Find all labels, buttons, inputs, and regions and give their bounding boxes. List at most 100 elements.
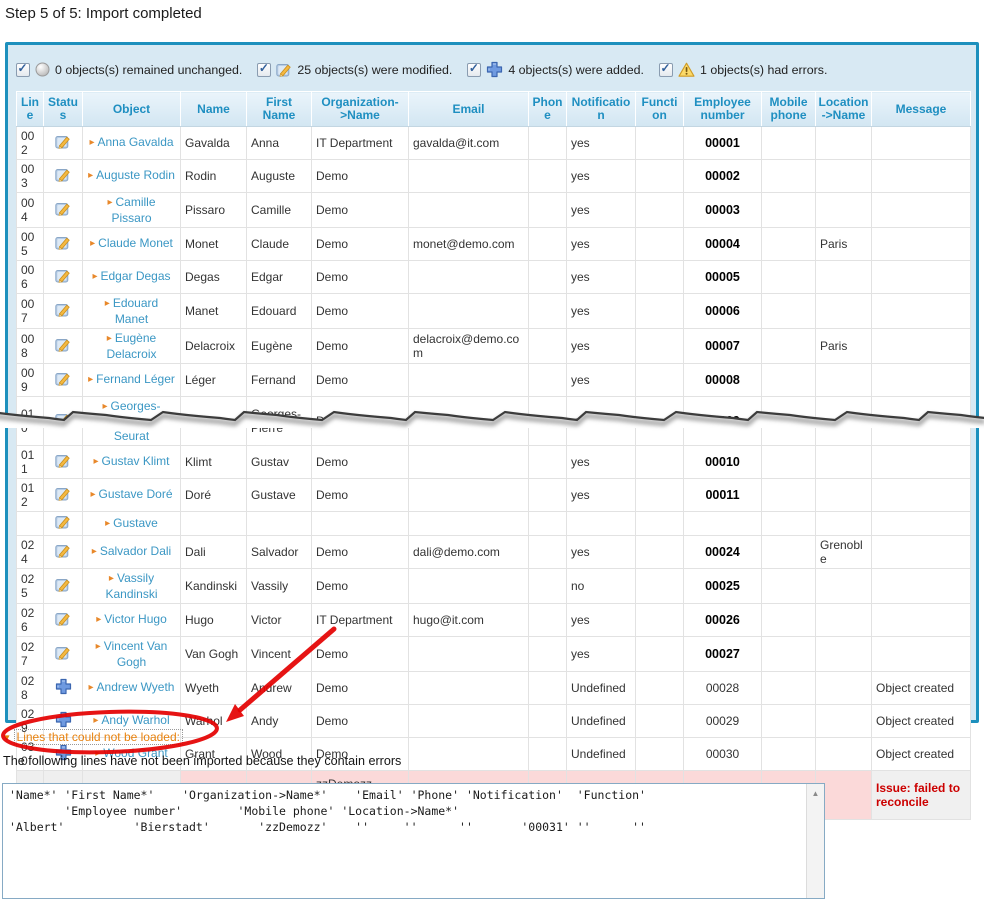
object-link[interactable]: Salvador Dali xyxy=(100,544,171,558)
cell-phone xyxy=(529,364,567,397)
cell-line: 006 xyxy=(17,261,44,294)
cell-name: Seurat xyxy=(181,397,247,446)
cell-first-name: Salvador xyxy=(247,536,312,569)
org-name: Demo xyxy=(316,579,404,593)
raw-lines-scrollbar[interactable] xyxy=(806,784,824,898)
employee-number: 00001 xyxy=(705,136,740,150)
object-link[interactable]: Camille Pissaro xyxy=(111,195,155,225)
org-name: Demo xyxy=(316,169,404,183)
table-row: 008Eugène DelacroixDelacroixEugèneDemode… xyxy=(17,329,971,364)
object-bullet-icon xyxy=(107,331,115,345)
cell-phone xyxy=(529,228,567,261)
cell-mobile xyxy=(762,397,816,446)
modified-pencil-icon xyxy=(55,371,71,387)
summary-checkbox[interactable] xyxy=(467,63,481,77)
cell-status xyxy=(44,329,83,364)
cell-notification: yes xyxy=(567,364,636,397)
cell-phone xyxy=(529,329,567,364)
cell-first-name: Eugène xyxy=(247,329,312,364)
object-link[interactable]: Andrew Wyeth xyxy=(97,680,175,694)
cell-status xyxy=(44,160,83,193)
object-link[interactable]: Fernand Léger xyxy=(96,372,175,386)
cell-email xyxy=(409,512,529,536)
cell-object: Salvador Dali xyxy=(83,536,181,569)
object-link[interactable]: Auguste Rodin xyxy=(96,168,175,182)
object-link[interactable]: Gustav Klimt xyxy=(102,454,170,468)
cell-first-name: Gustave xyxy=(247,479,312,512)
cell-object: Edouard Manet xyxy=(83,294,181,329)
import-result-table: LineStatusObjectNameFirst NameOrganizati… xyxy=(16,91,971,820)
cell-phone xyxy=(529,705,567,738)
lines-not-loaded-label[interactable]: Lines that could not be loaded: xyxy=(14,729,183,745)
object-link[interactable]: Vincent Van Gogh xyxy=(104,639,168,669)
added-plus-icon xyxy=(55,678,72,695)
summary-checkbox[interactable] xyxy=(257,63,271,77)
object-link[interactable]: Eugène Delacroix xyxy=(106,331,156,361)
column-header: Notification xyxy=(567,92,636,127)
unchanged-circle-icon xyxy=(35,62,50,77)
cell-message xyxy=(872,160,971,193)
org-name: Demo xyxy=(316,545,404,559)
table-row: 003Auguste RodinRodinAugusteDemoyes00002 xyxy=(17,160,971,193)
cell-line: 004 xyxy=(17,193,44,228)
employee-number: 00006 xyxy=(705,304,740,318)
employee-number: 00009 xyxy=(705,414,740,428)
object-link[interactable]: Edouard Manet xyxy=(113,296,158,326)
cell-object: Edgar Degas xyxy=(83,261,181,294)
cell-function xyxy=(636,672,684,705)
cell-mobile xyxy=(762,193,816,228)
cell-org: Demo xyxy=(312,569,409,604)
cell-line xyxy=(17,512,44,536)
cell-name: Degas xyxy=(181,261,247,294)
summary-item: 1 objects(s) had errors. xyxy=(659,62,827,78)
cell-mobile xyxy=(762,446,816,479)
object-link[interactable]: Edgar Degas xyxy=(100,269,170,283)
cell-message xyxy=(872,193,971,228)
object-link[interactable]: Victor Hugo xyxy=(104,612,166,626)
cell-name: Van Gogh xyxy=(181,637,247,672)
cell-phone xyxy=(529,738,567,771)
cell-org xyxy=(312,512,409,536)
cell-name: Monet xyxy=(181,228,247,261)
cell-function xyxy=(636,193,684,228)
cell-employee-number: 00003 xyxy=(684,193,762,228)
raw-lines-box[interactable]: 'Name*' 'First Name*' 'Organization->Nam… xyxy=(2,783,825,899)
cell-first-name: Georges-Pierre xyxy=(247,397,312,446)
cell-org: Demo xyxy=(312,193,409,228)
cell-location xyxy=(816,193,872,228)
cell-first-name: Andrew xyxy=(247,672,312,705)
lines-not-loaded-link[interactable]: Lines that could not be loaded: xyxy=(4,728,183,746)
scroll-up-icon[interactable] xyxy=(807,784,824,800)
cell-first-name xyxy=(247,512,312,536)
cell-first-name: Vincent xyxy=(247,637,312,672)
cell-email xyxy=(409,193,529,228)
cell-org: IT Department xyxy=(312,604,409,637)
cell-object: Georges-Pierre Seurat xyxy=(83,397,181,446)
object-bullet-icon xyxy=(102,399,110,413)
object-link[interactable]: Claude Monet xyxy=(98,236,173,250)
table-row: 012Gustave DoréDoréGustaveDemoyes00011 xyxy=(17,479,971,512)
summary-checkbox[interactable] xyxy=(16,63,30,77)
org-name: Demo xyxy=(316,488,404,502)
employee-number: 00004 xyxy=(705,237,740,251)
object-link[interactable]: Anna Gavalda xyxy=(97,135,173,149)
cell-function xyxy=(636,536,684,569)
object-link[interactable]: Georges-Pierre Seurat xyxy=(111,399,161,443)
cell-email xyxy=(409,446,529,479)
cell-message xyxy=(872,536,971,569)
employee-number: 00007 xyxy=(705,339,740,353)
summary-label: 4 objects(s) were added. xyxy=(508,63,644,77)
cell-status xyxy=(44,604,83,637)
cell-phone xyxy=(529,397,567,446)
employee-number: 00002 xyxy=(705,169,740,183)
object-link[interactable]: Gustave Doré xyxy=(98,487,172,501)
summary-checkbox[interactable] xyxy=(659,63,673,77)
cell-mobile xyxy=(762,569,816,604)
cell-function xyxy=(636,569,684,604)
object-link[interactable]: Gustave xyxy=(113,516,158,530)
cell-function xyxy=(636,329,684,364)
object-link[interactable]: Andy Warhol xyxy=(101,713,169,727)
column-header: Employee number xyxy=(684,92,762,127)
cell-phone xyxy=(529,294,567,329)
column-header: Location->Name xyxy=(816,92,872,127)
